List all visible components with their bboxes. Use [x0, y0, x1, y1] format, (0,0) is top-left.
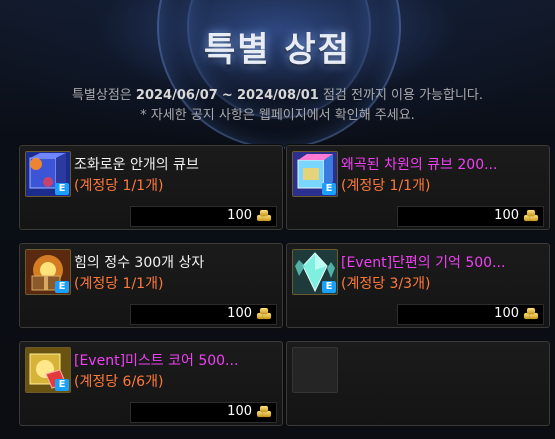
detail-notice: * 자세한 공지 사항은 웹페이지에서 확인해 주세요.: [140, 108, 415, 123]
purchase-limit: (계정당 1/1개): [341, 178, 431, 194]
price-field: 100: [397, 304, 544, 325]
item-name: 힘의 정수 300개 상자: [74, 255, 205, 271]
empty-shop-slot: [286, 341, 550, 426]
shop-item-card[interactable]: E 조화로운 안개의 큐브 (계정당 1/1개) 100: [19, 145, 283, 230]
coin-icon: [257, 210, 272, 222]
coin-icon: [524, 210, 539, 222]
start-date: 2024/06/07: [135, 88, 218, 103]
availability-notice: 특별상점은 2024/06/07 ~ 2024/08/01 점검 전까지 이용 …: [0, 84, 555, 103]
core-icon: E: [25, 347, 71, 393]
crystal-icon: E: [292, 249, 338, 295]
box-icon: E: [25, 249, 71, 295]
item-badge: E: [55, 281, 69, 293]
price-field: 100: [130, 206, 277, 227]
shop-item-card[interactable]: E 왜곡된 차원의 큐브 200... (계정당 1/1개) 100: [286, 145, 550, 230]
price-field: 100: [397, 206, 544, 227]
shop-item-card[interactable]: E [Event]단편의 기억 500... (계정당 3/3개) 100: [286, 243, 550, 328]
item-price: 100: [227, 306, 252, 321]
item-badge: E: [55, 183, 69, 195]
shop-item-card[interactable]: E 힘의 정수 300개 상자 (계정당 1/1개) 100: [19, 243, 283, 328]
item-price: 100: [227, 404, 252, 419]
date-separator: ~: [221, 88, 233, 103]
end-date: 2024/08/01: [236, 88, 319, 103]
price-field: 100: [130, 402, 277, 423]
notice-suffix: 점검 전까지 이용 가능합니다.: [322, 88, 484, 103]
empty-item-icon-slot: [292, 347, 338, 393]
item-badge: E: [322, 281, 336, 293]
item-name: 왜곡된 차원의 큐브 200...: [341, 157, 498, 173]
item-name: [Event]단편의 기억 500...: [341, 255, 506, 271]
cube-icon: E: [25, 151, 71, 197]
cube-icon: E: [292, 151, 338, 197]
purchase-limit: (계정당 1/1개): [74, 276, 164, 292]
coin-icon: [257, 308, 272, 320]
item-name: [Event]미스트 코어 500...: [74, 353, 239, 369]
item-price: 100: [494, 306, 519, 321]
item-badge: E: [322, 183, 336, 195]
item-badge: E: [55, 379, 69, 391]
notice-prefix: 특별상점은: [71, 88, 132, 103]
page-title: 특별 상점: [204, 30, 351, 70]
coin-icon: [257, 406, 272, 418]
price-field: 100: [130, 304, 277, 325]
item-name: 조화로운 안개의 큐브: [74, 157, 199, 173]
purchase-limit: (계정당 1/1개): [74, 178, 164, 194]
purchase-limit: (계정당 3/3개): [341, 276, 431, 292]
item-price: 100: [227, 208, 252, 223]
shop-item-card[interactable]: E [Event]미스트 코어 500... (계정당 6/6개) 100: [19, 341, 283, 426]
purchase-limit: (계정당 6/6개): [74, 374, 164, 390]
coin-icon: [524, 308, 539, 320]
item-price: 100: [494, 208, 519, 223]
